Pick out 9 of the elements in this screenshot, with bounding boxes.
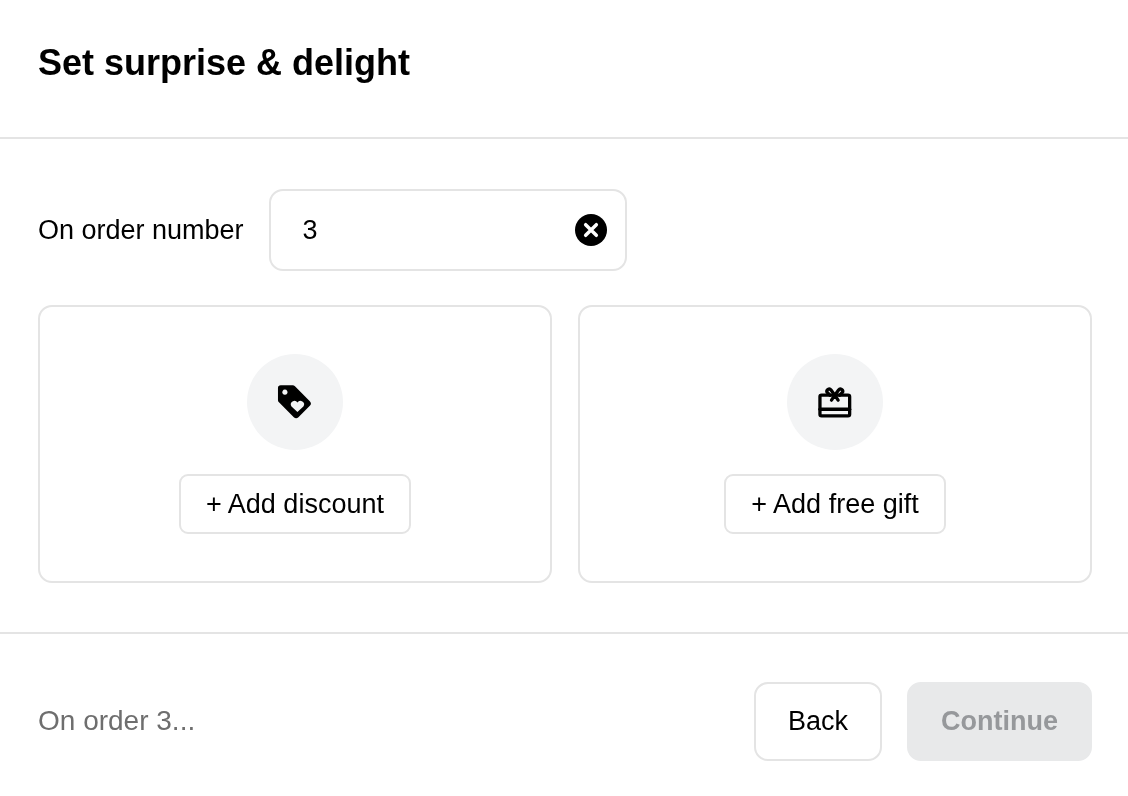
order-number-field[interactable]: 3 <box>268 189 627 271</box>
add-button[interactable]: + Add free gift <box>724 474 946 534</box>
field-label: On order number <box>38 214 244 246</box>
gift-card-icon <box>787 354 883 450</box>
summary-text: On order 3... <box>38 705 196 737</box>
dialog-title: Set surprise & delight <box>38 41 411 84</box>
clear-icon[interactable] <box>574 214 607 246</box>
back-button[interactable]: Back <box>754 682 882 761</box>
add-button[interactable]: + Add discount <box>179 474 411 534</box>
